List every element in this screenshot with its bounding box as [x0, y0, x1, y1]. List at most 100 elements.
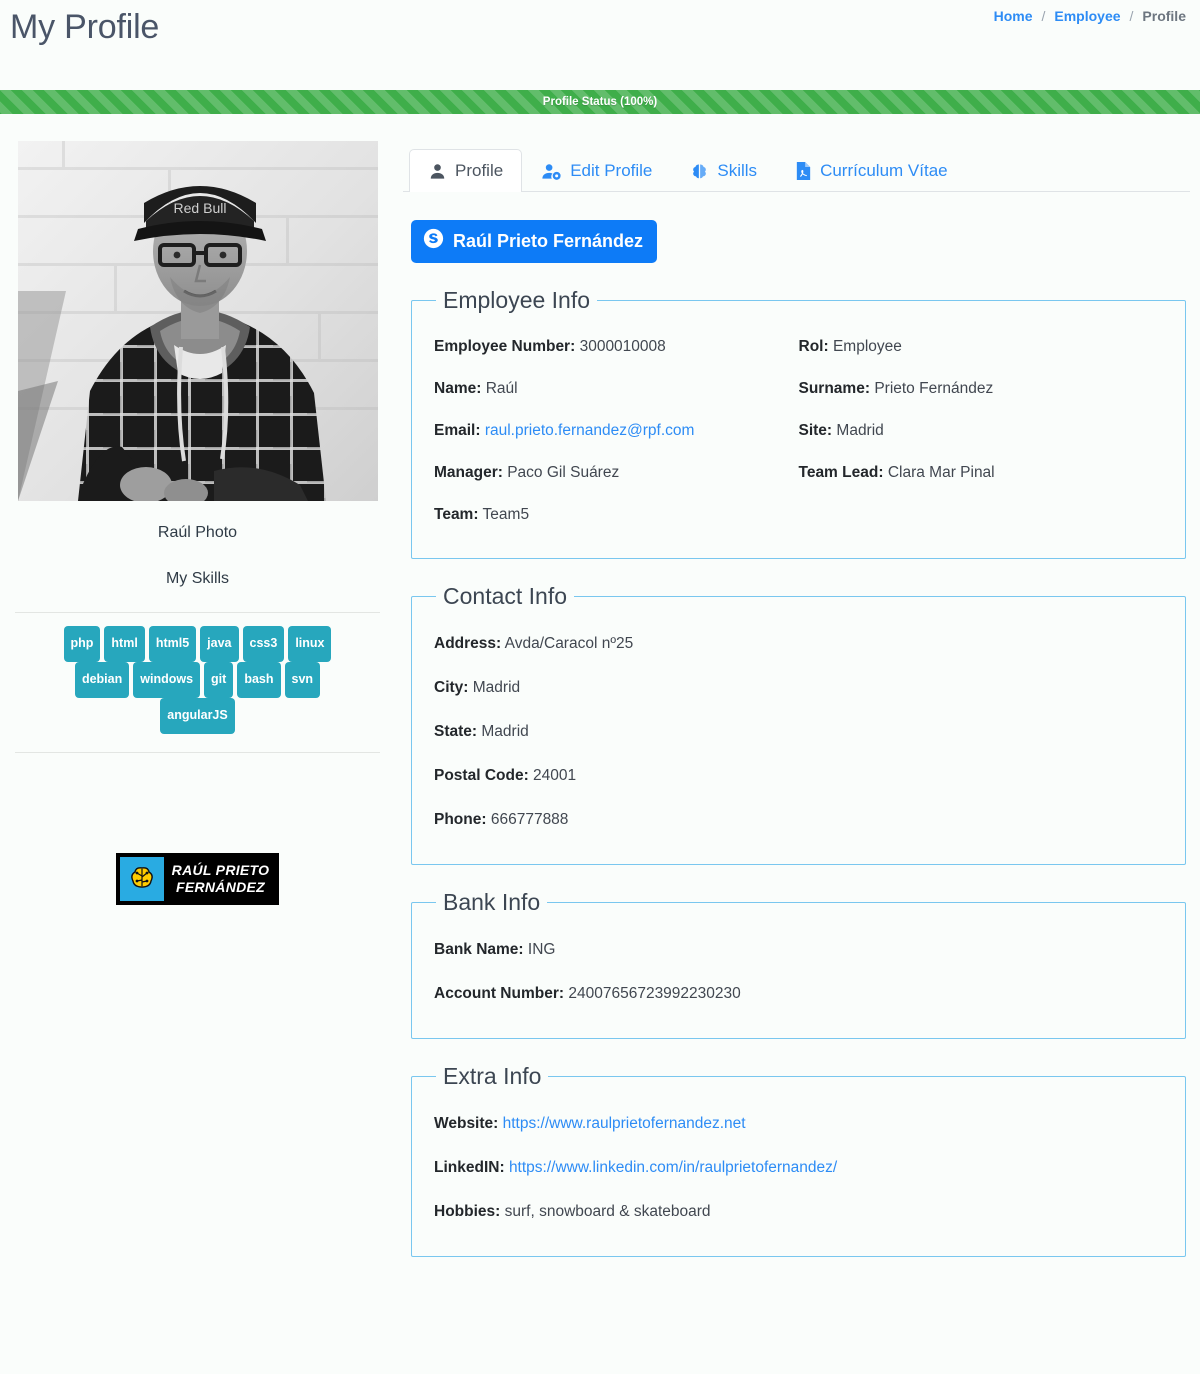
info-field-label: City: [434, 679, 469, 696]
info-field: Name: Raúl [434, 368, 799, 410]
info-field-label: Manager: [434, 464, 503, 481]
info-field: Email: raul.prieto.fernandez@rpf.com [434, 410, 799, 452]
tab-label: Edit Profile [570, 161, 653, 180]
logo-text: RAÚL PRIETO FERNÁNDEZ [172, 862, 270, 896]
info-field: Website: https://www.raulprietofernandez… [434, 1102, 1163, 1146]
bank-info-section: Bank Info Bank Name: ING Account Number: … [411, 889, 1186, 1039]
breadcrumb-separator: / [1129, 8, 1134, 24]
info-field-label: Email: [434, 422, 481, 439]
info-field-label: Team: [434, 506, 479, 523]
tab-label: Skills [717, 161, 758, 180]
info-field: Hobbies: surf, snowboard & skateboard [434, 1190, 1163, 1234]
profile-photo-image: Red Bull [17, 141, 378, 501]
info-field-value[interactable]: https://www.linkedin.com/in/raulprietofe… [509, 1159, 837, 1176]
info-field: Phone: 666777888 [434, 798, 1163, 842]
skill-badge: bash [237, 662, 281, 698]
info-field-label: Employee Number: [434, 338, 576, 355]
info-row: Name: Raúl Surname: Prieto Fernández [434, 368, 1163, 410]
skype-contact-button[interactable]: Raúl Prieto Fernández [411, 220, 658, 263]
info-field: Manager: Paco Gil Suárez [434, 452, 799, 494]
info-field-label: Postal Code: [434, 767, 529, 784]
logo-line-1: RAÚL PRIETO [171, 862, 270, 878]
info-field: Address: Avda/Caracol nº25 [434, 622, 1163, 666]
skype-button-label: Raúl Prieto Fernández [453, 230, 644, 251]
breadcrumb-current: Profile [1142, 8, 1186, 24]
info-field-value: Prieto Fernández [874, 380, 994, 397]
skill-badge: angularJS [160, 698, 235, 734]
info-field-value: surf, snowboard & skateboard [504, 1203, 711, 1220]
info-row: Email: raul.prieto.fernandez@rpf.com Site… [434, 410, 1163, 452]
user-icon [428, 162, 447, 181]
brain-icon [690, 162, 709, 181]
skill-badge: linux [288, 626, 332, 662]
info-field-label: Account Number: [434, 985, 565, 1002]
info-field: State: Madrid [434, 710, 1163, 754]
info-field: Rol: Employee [799, 326, 1164, 368]
skill-badge: git [204, 662, 234, 698]
info-field-value: Team5 [482, 506, 530, 523]
skill-badge: svn [284, 662, 321, 698]
info-field-value: Madrid [836, 422, 884, 439]
tab-label: Currículum Vítae [820, 161, 948, 180]
info-field-label: Rol: [798, 338, 829, 355]
info-field: LinkedIN: https://www.linkedin.com/in/ra… [434, 1146, 1163, 1190]
info-field-value: 666777888 [490, 811, 569, 828]
info-field: Site: Madrid [799, 410, 1164, 452]
bank-info-legend: Bank Info [443, 889, 541, 915]
svg-text:Red Bull: Red Bull [173, 200, 226, 216]
skill-badge: java [200, 626, 239, 662]
info-field-value: 24001 [533, 767, 577, 784]
tab-profile[interactable]: Profile [409, 149, 523, 192]
info-row: Employee Number: 3000010008 Rol: Employee [434, 326, 1163, 368]
profile-photo: Red Bull [17, 141, 378, 501]
skills-heading: My Skills [165, 570, 230, 587]
brain-circuit-logo-icon [119, 857, 164, 901]
info-field-value[interactable]: raul.prieto.fernandez@rpf.com [485, 422, 695, 439]
info-field: Surname: Prieto Fernández [799, 368, 1164, 410]
employee-info-legend: Employee Info [443, 287, 591, 313]
employee-info-section: Employee Info Employee Number: 300001000… [411, 287, 1186, 559]
info-field-label: Address: [434, 635, 502, 652]
info-field: Bank Name: ING [434, 928, 1163, 972]
skill-badge: html5 [148, 626, 197, 662]
info-field-label: Bank Name: [434, 941, 524, 958]
profile-sidebar: Red Bull Raúl Photo My Skills php html h… [0, 128, 395, 905]
info-field-value: 24007656723992230230 [568, 985, 741, 1002]
info-field-label: Phone: [434, 811, 487, 828]
skill-badge: html [104, 626, 145, 662]
info-field-value: Madrid [472, 679, 521, 696]
tab-curr-culum-v-tae[interactable]: Currículum Vítae [776, 149, 967, 192]
info-field-value: Raúl [485, 380, 518, 397]
breadcrumb-link-home[interactable]: Home [994, 8, 1033, 24]
tab-skills[interactable]: Skills [671, 149, 776, 192]
skill-badge: debian [74, 662, 130, 698]
profile-page: My Profile Home / Employee / Profile Profile… [0, 0, 1200, 1374]
info-field-value: Madrid [481, 723, 529, 740]
breadcrumb-link-employee[interactable]: Employee [1054, 8, 1120, 24]
info-field-value: Paco Gil Suárez [507, 464, 620, 481]
logo-line-2: FERNÁNDEZ [175, 879, 266, 895]
info-field-label: Team Lead: [798, 464, 884, 481]
info-field: Team: Team5 [434, 494, 799, 536]
contact-info-section: Contact Info Address: Avda/Caracol nº25 C… [411, 583, 1186, 865]
info-field: Account Number: 24007656723992230230 [434, 972, 1163, 1016]
info-field-value: ING [527, 941, 556, 958]
skill-badge: css3 [242, 626, 285, 662]
info-field-label: Hobbies: [434, 1203, 501, 1220]
info-field-label: Website: [434, 1115, 499, 1132]
extra-info-legend: Extra Info [443, 1063, 542, 1089]
breadcrumb: Home / Employee / Profile [994, 8, 1186, 24]
skype-icon [423, 228, 444, 254]
extra-info-section: Extra Info Website: https://www.raulprie… [411, 1063, 1186, 1257]
info-field: Team Lead: Clara Mar Pinal [799, 452, 1164, 494]
info-row: Manager: Paco Gil Suárez Team Lead: Clara… [434, 452, 1163, 494]
file-pdf-icon [795, 161, 812, 181]
info-field-label: Surname: [798, 380, 871, 397]
info-field-value: Avda/Caracol nº25 [504, 635, 634, 652]
info-field-value[interactable]: https://www.raulprietofernandez.net [503, 1115, 746, 1132]
profile-status-progress: Profile Status (100%) [0, 90, 1200, 114]
user-gear-icon [541, 162, 562, 181]
tab-edit-profile[interactable]: Edit Profile [522, 149, 671, 192]
info-field-value: Employee [832, 338, 902, 355]
